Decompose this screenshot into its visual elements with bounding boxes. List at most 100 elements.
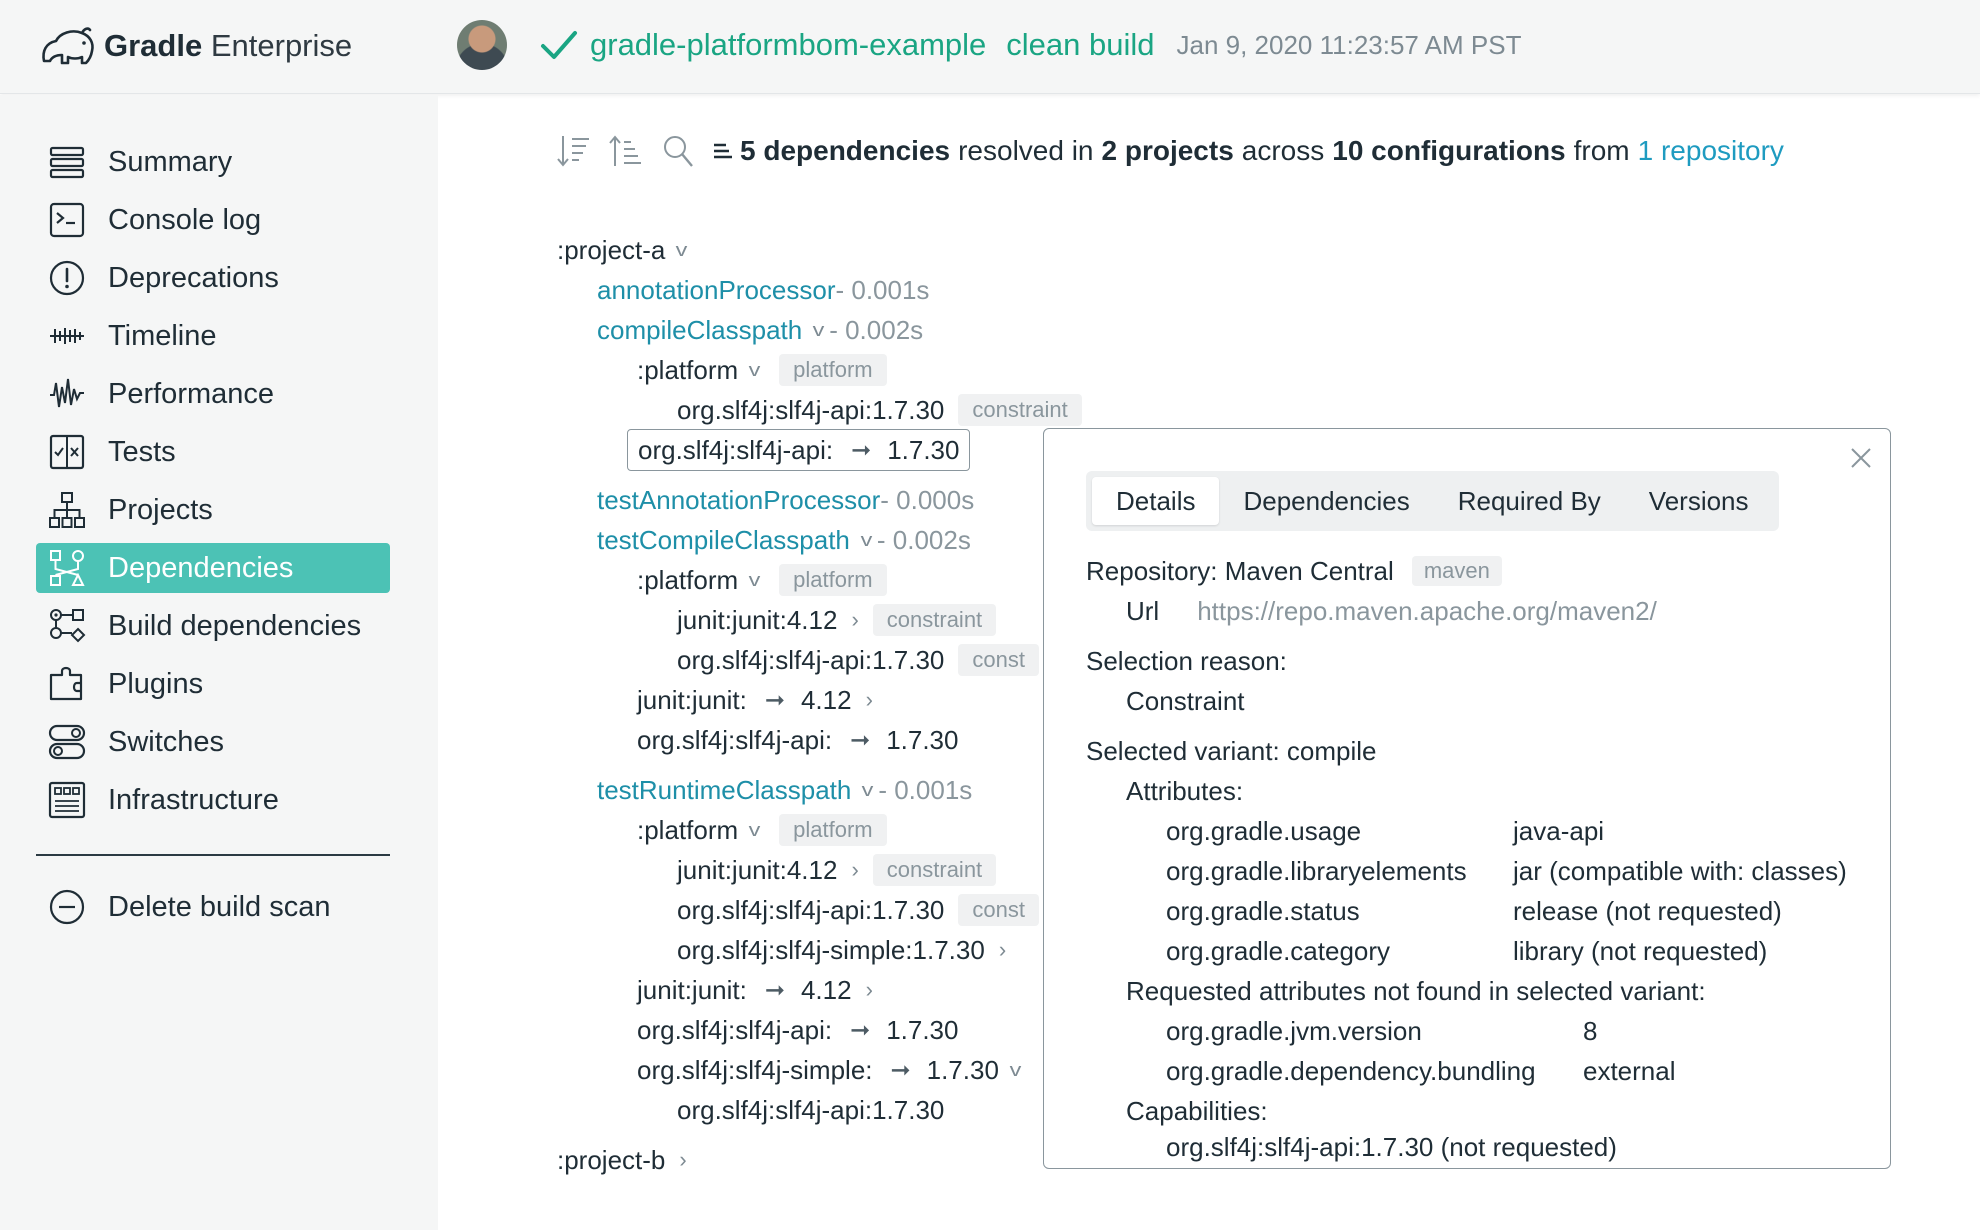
dependency-requested: junit:junit: bbox=[637, 974, 747, 1005]
chevron-right-icon[interactable]: › bbox=[851, 857, 858, 883]
dependency-node[interactable]: junit:junit: ➞ 4.12 › bbox=[637, 972, 873, 1008]
configuration-name[interactable]: testRuntimeClasspath bbox=[597, 775, 851, 806]
dependencies-icon bbox=[48, 549, 86, 587]
dependency-node[interactable]: org.slf4j:slf4j-api: ➞ 1.7.30 bbox=[637, 722, 958, 758]
logo-text-bold: Gradle bbox=[104, 28, 203, 63]
user-avatar[interactable] bbox=[457, 20, 507, 70]
selected-dependency-node[interactable]: org.slf4j:slf4j-api: ➞ 1.7.30 bbox=[627, 429, 971, 471]
chevron-right-icon[interactable]: › bbox=[851, 607, 858, 633]
configuration-name[interactable]: compileClasspath bbox=[597, 315, 802, 346]
arrow-right-icon: ➞ bbox=[850, 726, 871, 754]
dependency-node[interactable]: org.slf4j:slf4j-simple: ➞ 1.7.30 v bbox=[637, 1052, 1026, 1088]
search-icon[interactable] bbox=[660, 131, 696, 171]
configuration-node[interactable]: compileClasspath v - 0.002s bbox=[597, 312, 923, 348]
sidebar-item-switches[interactable]: Switches bbox=[36, 717, 390, 767]
platform-tag: platform bbox=[779, 814, 887, 846]
sidebar-item-label: Summary bbox=[108, 145, 233, 178]
chevron-right-icon[interactable]: › bbox=[679, 1147, 686, 1173]
chevron-down-icon[interactable]: v bbox=[813, 320, 825, 341]
constraint-tag: constraint bbox=[872, 854, 997, 886]
dependency-node[interactable]: junit:junit:4.12 › constraint bbox=[677, 602, 997, 638]
dependency-node[interactable]: org.slf4j:slf4j-api:1.7.30 constraint bbox=[677, 392, 1082, 428]
chevron-down-icon[interactable]: v bbox=[1010, 1060, 1022, 1081]
platform-tag: platform bbox=[779, 354, 887, 386]
sidebar-item-deprecations[interactable]: Deprecations bbox=[36, 253, 390, 303]
sidebar-item-tests[interactable]: Tests bbox=[36, 427, 390, 477]
dependency-node[interactable]: org.slf4j:slf4j-api: ➞ 1.7.30 bbox=[637, 1012, 958, 1048]
summary-across: across bbox=[1241, 135, 1325, 166]
project-b-node[interactable]: :project-b › bbox=[557, 1142, 687, 1178]
close-button[interactable] bbox=[1844, 441, 1878, 475]
platform-node[interactable]: :platform v platform bbox=[637, 562, 887, 598]
chevron-down-icon[interactable]: v bbox=[749, 360, 761, 381]
tab-dependencies[interactable]: Dependencies bbox=[1219, 477, 1433, 525]
gradle-enterprise-logo[interactable]: Gradle Enterprise bbox=[38, 18, 352, 74]
chevron-down-icon[interactable]: v bbox=[862, 780, 874, 801]
arrow-right-icon: ➞ bbox=[850, 1016, 871, 1044]
sidebar-item-dependencies[interactable]: Dependencies bbox=[36, 543, 390, 593]
sort-descending-icon[interactable] bbox=[556, 131, 592, 171]
close-icon bbox=[1851, 448, 1871, 468]
chevron-right-icon[interactable]: › bbox=[866, 687, 873, 713]
minus-circle-icon bbox=[48, 888, 86, 926]
task-name[interactable]: clean build bbox=[1006, 27, 1154, 63]
tab-versions[interactable]: Versions bbox=[1625, 477, 1773, 525]
platform-node[interactable]: :platform v platform bbox=[637, 352, 887, 388]
dependency-version: 1.7.30 bbox=[886, 724, 959, 755]
dependency-version: 1.7.30 bbox=[926, 1054, 999, 1085]
tab-required-by[interactable]: Required By bbox=[1434, 477, 1625, 525]
chevron-down-icon[interactable]: v bbox=[861, 530, 873, 551]
sidebar-item-label: Projects bbox=[108, 493, 213, 526]
dependency-node[interactable]: org.slf4j:slf4j-simple:1.7.30 › bbox=[677, 932, 1006, 968]
tab-details[interactable]: Details bbox=[1092, 477, 1220, 525]
configuration-name[interactable]: testCompileClasspath bbox=[597, 525, 850, 556]
sidebar-item-build-dependencies[interactable]: Build dependencies bbox=[36, 601, 390, 651]
attribute-key: org.gradle.usage bbox=[1166, 815, 1362, 846]
sidebar-item-console-log[interactable]: Console log bbox=[36, 195, 390, 245]
configuration-name[interactable]: annotationProcessor bbox=[597, 275, 835, 306]
sidebar-item-summary[interactable]: Summary bbox=[36, 137, 390, 187]
capability-value: org.slf4j:slf4j-api:1.7.30 (not requeste… bbox=[1166, 1131, 1617, 1162]
dependency-node[interactable]: org.slf4j:slf4j-api:1.7.30 const bbox=[677, 642, 1039, 678]
project-name[interactable]: gradle-platformbom-example bbox=[590, 27, 986, 63]
chevron-down-icon[interactable]: v bbox=[749, 820, 761, 841]
repository-link[interactable]: 1 repository bbox=[1638, 135, 1784, 167]
project-a-node[interactable]: :project-a v bbox=[557, 232, 692, 268]
repository-url[interactable]: https://repo.maven.apache.org/maven2/ bbox=[1197, 596, 1657, 627]
chevron-right-icon[interactable]: › bbox=[866, 977, 873, 1003]
dependency-name: junit:junit:4.12 bbox=[677, 854, 838, 885]
sidebar-item-timeline[interactable]: Timeline bbox=[36, 311, 390, 361]
attribute-value: library (not requested) bbox=[1513, 935, 1768, 966]
tests-icon bbox=[48, 433, 86, 471]
sidebar-item-projects[interactable]: Projects bbox=[36, 485, 390, 535]
chevron-right-icon[interactable]: › bbox=[999, 937, 1006, 963]
dependency-version: 1.7.30 bbox=[887, 434, 960, 465]
chevron-down-icon[interactable]: v bbox=[676, 240, 688, 261]
configuration-node[interactable]: testCompileClasspath v - 0.002s bbox=[597, 522, 971, 558]
dependency-node[interactable]: junit:junit: ➞ 4.12 › bbox=[637, 682, 873, 718]
sort-ascending-icon[interactable] bbox=[608, 131, 644, 171]
sidebar-item-label: Plugins bbox=[108, 667, 204, 700]
platform-node[interactable]: :platform v platform bbox=[637, 812, 887, 848]
configuration-node[interactable]: testRuntimeClasspath v - 0.001s bbox=[597, 772, 972, 808]
repository-row: Repository: Maven Central maven bbox=[1086, 553, 1502, 589]
configuration-node[interactable]: testAnnotationProcessor - 0.000s bbox=[597, 482, 974, 518]
dependency-node[interactable]: junit:junit:4.12 › constraint bbox=[677, 852, 997, 888]
url-row: Url https://repo.maven.apache.org/maven2… bbox=[1126, 593, 1657, 629]
configuration-node[interactable]: annotationProcessor - 0.001s bbox=[597, 272, 929, 308]
attribute-value: java-api bbox=[1513, 815, 1605, 846]
dependency-node[interactable]: org.slf4j:slf4j-api:1.7.30 bbox=[677, 1092, 944, 1128]
sidebar-item-performance[interactable]: Performance bbox=[36, 369, 390, 419]
list-icon bbox=[714, 143, 732, 159]
dependency-name: :platform bbox=[637, 564, 739, 595]
details-tabs: Details Dependencies Required By Version… bbox=[1086, 471, 1779, 531]
dependency-node[interactable]: org.slf4j:slf4j-api:1.7.30 const bbox=[677, 892, 1039, 928]
configuration-name[interactable]: testAnnotationProcessor bbox=[597, 485, 880, 516]
delete-build-scan-button[interactable]: Delete build scan bbox=[36, 882, 390, 932]
sidebar-item-plugins[interactable]: Plugins bbox=[36, 659, 390, 709]
plugins-icon bbox=[48, 665, 86, 703]
capabilities-label: Capabilities: bbox=[1126, 1095, 1268, 1126]
dependency-requested: junit:junit: bbox=[637, 684, 747, 715]
sidebar-item-infrastructure[interactable]: Infrastructure bbox=[36, 775, 390, 825]
chevron-down-icon[interactable]: v bbox=[749, 570, 761, 591]
